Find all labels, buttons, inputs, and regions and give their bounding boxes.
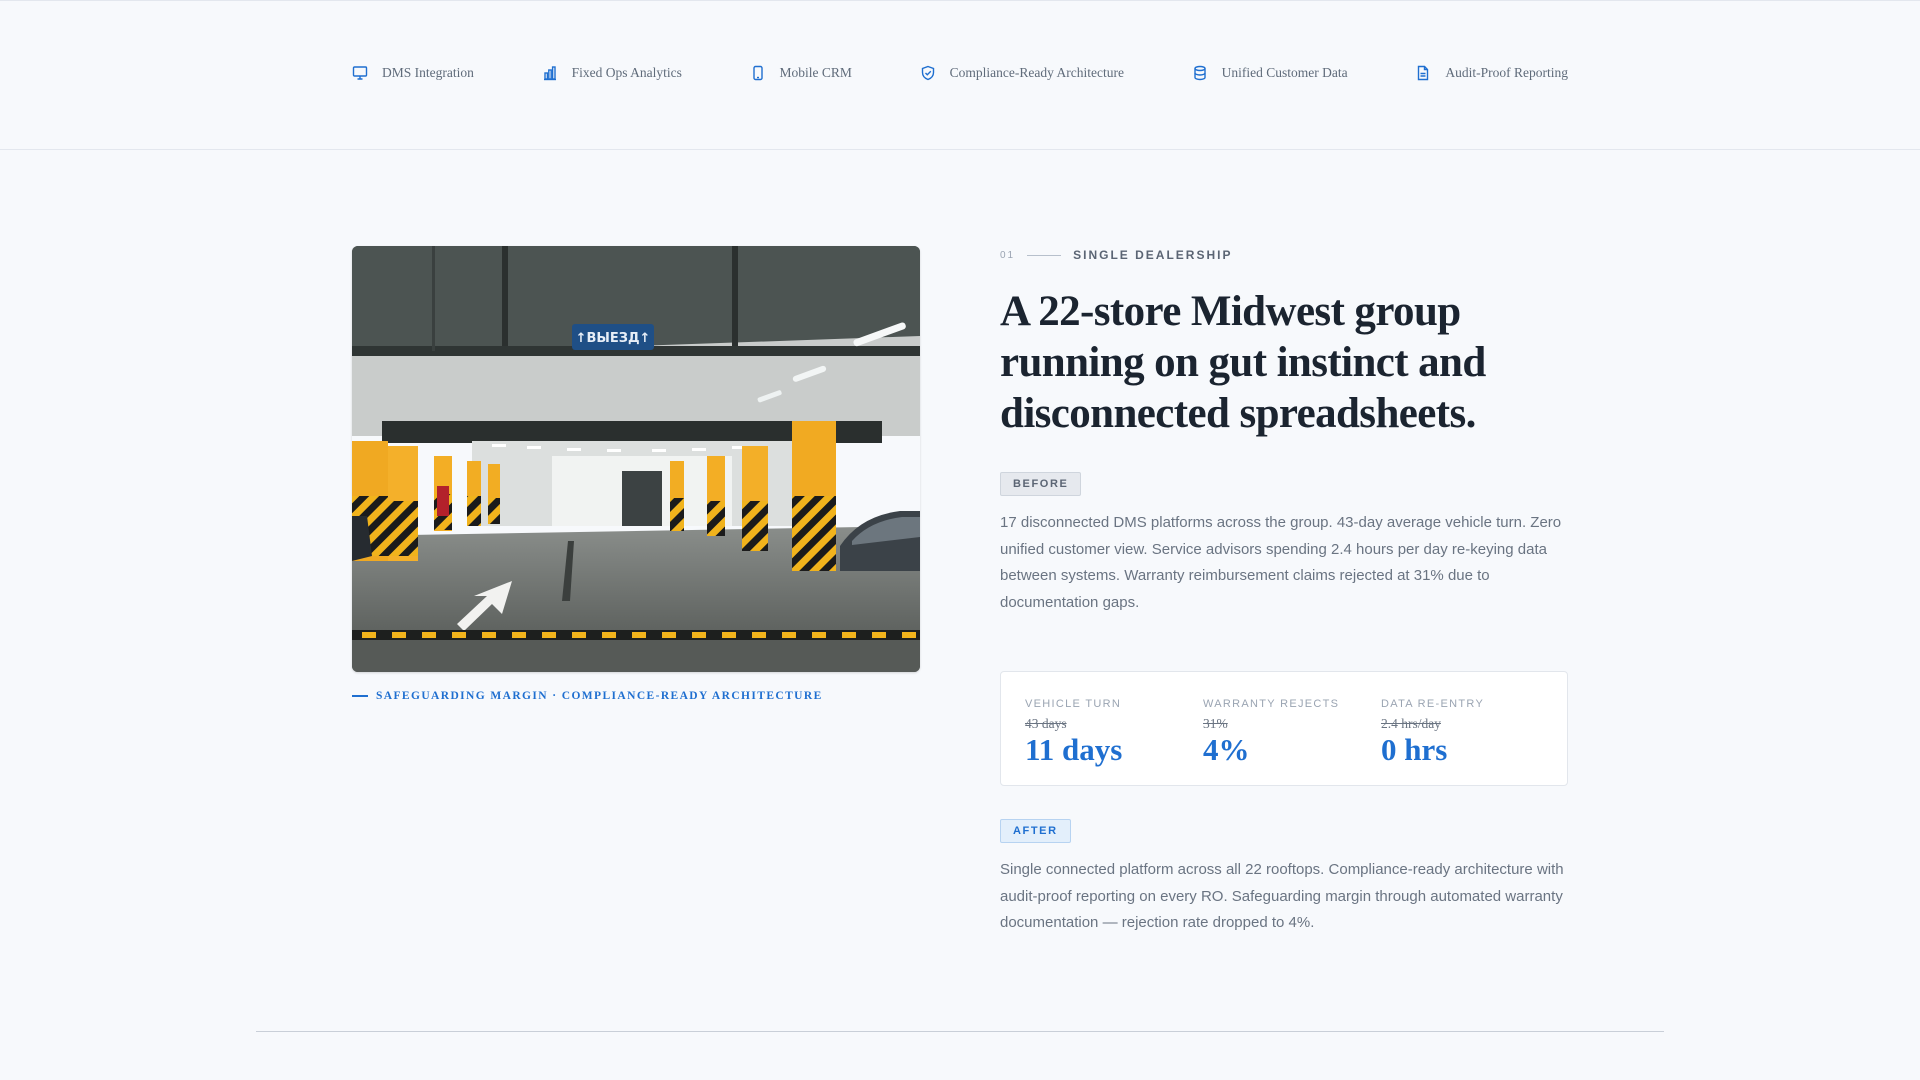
feature-label: Mobile CRM: [779, 65, 852, 80]
feature-label: Fixed Ops Analytics: [571, 65, 682, 80]
metric-label: WARRANTY REJECTS: [1203, 698, 1340, 710]
file-text-icon: [1415, 65, 1431, 81]
metric-warranty-rejects: WARRANTY REJECTS 31% 4%: [1203, 698, 1339, 768]
section-divider: [256, 1031, 1664, 1032]
metric-after-value: 4%: [1203, 732, 1250, 767]
case-number: 01: [1000, 249, 1016, 261]
metric-after-value: 0 hrs: [1381, 732, 1448, 767]
before-description: 17 disconnected DMS platforms across the…: [1000, 514, 1562, 611]
case-headline: A 22-store Midwest group running on gut …: [1000, 288, 1486, 437]
metrics-card: VEHICLE TURN 43 days 11 days WARRANTY RE…: [1000, 671, 1568, 786]
metric-label: DATA RE-ENTRY: [1381, 698, 1485, 710]
feature-fixed-ops-analytics[interactable]: Fixed Ops Analytics: [542, 65, 682, 81]
feature-list: DMS Integration Fixed Ops Analytics Mobi…: [352, 65, 1568, 81]
case-eyebrow: 01 SINGLE DEALERSHIP: [1000, 248, 1232, 262]
parking-garage-photo: ↑ВЫЕЗД↑: [352, 246, 920, 672]
feature-mobile-crm[interactable]: Mobile CRM: [750, 65, 852, 81]
feature-label: Unified Customer Data: [1221, 65, 1348, 80]
bar-chart-icon: [542, 65, 558, 81]
feature-label: Compliance-Ready Architecture: [949, 65, 1124, 80]
after-tag: AFTER: [1000, 819, 1071, 843]
database-icon: [1192, 65, 1208, 81]
shield-check-icon: [920, 65, 936, 81]
feature-audit-proof-reporting[interactable]: Audit-Proof Reporting: [1415, 65, 1568, 81]
metric-data-re-entry: DATA RE-ENTRY 2.4 hrs/day 0 hrs: [1381, 698, 1484, 768]
exit-sign-text: ↑ВЫЕЗД↑: [576, 331, 651, 346]
monitor-icon: [352, 65, 368, 81]
case-category: SINGLE DEALERSHIP: [1073, 248, 1233, 262]
before-tag: BEFORE: [1000, 472, 1082, 496]
metric-after-value: 11 days: [1025, 732, 1123, 767]
metric-vehicle-turn: VEHICLE TURN 43 days 11 days: [1025, 698, 1122, 768]
metric-before-value: 2.4 hrs/day: [1381, 716, 1441, 731]
feature-dms-integration[interactable]: DMS Integration: [352, 65, 474, 81]
metric-before-value: 31%: [1203, 716, 1228, 731]
caption-text: SAFEGUARDING MARGIN · COMPLIANCE-READY A…: [376, 690, 823, 702]
metric-before-value: 43 days: [1025, 716, 1067, 731]
smartphone-icon: [750, 65, 766, 81]
feature-compliance-ready-architecture[interactable]: Compliance-Ready Architecture: [920, 65, 1124, 81]
after-description: Single connected platform across all 22 …: [1000, 861, 1564, 931]
feature-bar: DMS Integration Fixed Ops Analytics Mobi…: [0, 0, 1920, 150]
eyebrow-divider: [1027, 254, 1062, 256]
caption-dash: [352, 695, 368, 697]
feature-label: Audit-Proof Reporting: [1445, 65, 1568, 80]
feature-unified-customer-data[interactable]: Unified Customer Data: [1192, 65, 1348, 81]
photo-caption: SAFEGUARDING MARGIN · COMPLIANCE-READY A…: [352, 690, 823, 702]
feature-label: DMS Integration: [382, 65, 474, 80]
metric-label: VEHICLE TURN: [1025, 698, 1122, 710]
